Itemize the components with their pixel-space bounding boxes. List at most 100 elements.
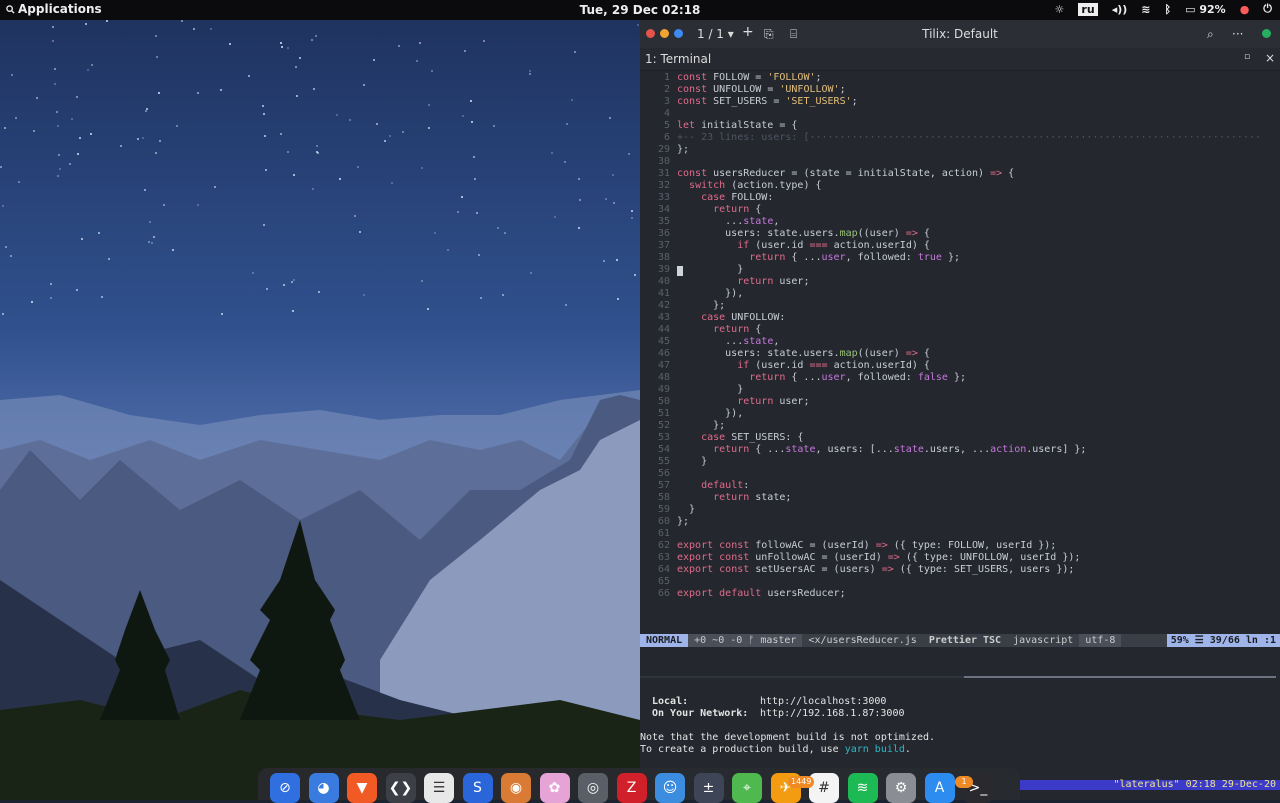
safari-icon[interactable]: ⊘ <box>270 773 300 803</box>
code-line[interactable]: 41 }), <box>640 288 1280 300</box>
notes-icon[interactable]: ☰ <box>424 773 454 803</box>
minimize-button[interactable] <box>660 29 669 38</box>
search-icon[interactable]: ⌕ <box>1207 27 1214 42</box>
battery-status[interactable]: ▭ 92% <box>1185 3 1226 16</box>
session-counter[interactable]: 1 / 1 ▾ <box>697 27 734 41</box>
code-line[interactable]: 49 } <box>640 384 1280 396</box>
code-line[interactable]: 38 return { ...user, followed: true }; <box>640 252 1280 264</box>
code-line[interactable]: 35 ...state, <box>640 216 1280 228</box>
note-line-2-prefix: To create a production build, use <box>640 744 845 755</box>
star <box>2 205 4 207</box>
code-line[interactable]: 44 return { <box>640 324 1280 336</box>
power-icon[interactable]: ⏻ <box>1263 2 1272 16</box>
photos-icon[interactable]: ✿ <box>539 773 570 803</box>
keyboard-layout[interactable]: ru <box>1078 2 1098 16</box>
code-line[interactable]: 66 export default usersReducer; <box>640 588 1280 600</box>
code-line[interactable]: 48 return { ...user, followed: false }; <box>640 372 1280 384</box>
settings-icon[interactable]: ⚙ <box>886 773 916 803</box>
code-line[interactable]: 43 case UNFOLLOW: <box>640 312 1280 324</box>
split-down-icon[interactable]: ⌸ <box>790 27 797 42</box>
code-line[interactable]: 57 default: <box>640 480 1280 492</box>
star <box>197 204 199 206</box>
spotify-icon[interactable]: ≋ <box>847 773 878 803</box>
appstore-icon[interactable]: A <box>924 773 955 803</box>
code-line[interactable]: 59 } <box>640 504 1280 516</box>
wifi-icon[interactable]: ≋ <box>1141 3 1150 16</box>
line-number: 53 <box>657 432 670 443</box>
code-line[interactable]: 40 return user; <box>640 276 1280 288</box>
simplenote-icon[interactable]: S <box>462 773 493 803</box>
top-bar: Applications Tue, 29 Dec 02:18 ☼ ru ◂)) … <box>0 0 1280 20</box>
line-number: 60 <box>657 516 670 527</box>
gimp-icon[interactable]: ◉ <box>501 773 531 803</box>
code-line[interactable]: 55 } <box>640 456 1280 468</box>
code-text: export const unFollowAC = (userId) => ({… <box>677 552 1081 563</box>
star <box>421 167 423 169</box>
star <box>293 279 295 281</box>
code-text: users: state.users.map((user) => { <box>677 348 930 359</box>
code-line[interactable]: 42 }; <box>640 300 1280 312</box>
applications-menu[interactable]: Applications <box>6 2 102 16</box>
code-line[interactable]: 36 users: state.users.map((user) => { <box>640 228 1280 240</box>
brave-icon[interactable]: ▼ <box>347 773 377 803</box>
code-line[interactable]: 54 return { ...state, users: [...state.u… <box>640 444 1280 456</box>
code-line[interactable]: 65 <box>640 576 1280 588</box>
code-line[interactable]: 56 <box>640 468 1280 480</box>
window-titlebar[interactable]: 1 / 1 ▾ + ⎘ ⌸ Tilix: Default ⌕ ··· <box>640 20 1280 48</box>
code-line[interactable]: 61 <box>640 528 1280 540</box>
star <box>98 232 100 234</box>
slack-icon[interactable]: # <box>809 773 839 803</box>
code-line[interactable]: 2 const UNFOLLOW = 'UNFOLLOW'; <box>640 84 1280 96</box>
code-line[interactable]: 32 switch (action.type) { <box>640 180 1280 192</box>
firefox-icon[interactable]: ◕ <box>308 773 339 803</box>
terminal-tab-title[interactable]: 1: Terminal <box>645 52 711 66</box>
notification-icon[interactable]: ● <box>1240 3 1250 16</box>
code-line[interactable]: 5 let initialState = { <box>640 120 1280 132</box>
volume-icon[interactable]: ◂)) <box>1112 3 1128 16</box>
code-line[interactable]: 30 <box>640 156 1280 168</box>
add-session-button[interactable]: + <box>742 24 754 40</box>
close-button[interactable] <box>646 29 655 38</box>
code-line[interactable]: 47 if (user.id === action.userId) { <box>640 360 1280 372</box>
screenshot-icon[interactable]: ◎ <box>578 773 608 803</box>
code-line[interactable]: 37 if (user.id === action.userId) { <box>640 240 1280 252</box>
code-line[interactable]: 51 }), <box>640 408 1280 420</box>
brightness-icon[interactable]: ☼ <box>1055 3 1065 16</box>
code-line[interactable]: 46 users: state.users.map((user) => { <box>640 348 1280 360</box>
close-pane-icon[interactable]: × <box>1265 51 1275 65</box>
code-line[interactable]: 45 ...state, <box>640 336 1280 348</box>
star <box>144 189 146 191</box>
code-line[interactable]: 63 export const unFollowAC = (userId) => … <box>640 552 1280 564</box>
code-line[interactable]: 29}; <box>640 144 1280 156</box>
code-line[interactable]: 39 } <box>640 264 1280 276</box>
code-line[interactable]: 58 return state; <box>640 492 1280 504</box>
star <box>280 42 282 44</box>
code-line[interactable]: 31 const usersReducer = (state = initialS… <box>640 168 1280 180</box>
code-line[interactable]: 64 export const setUsersAC = (users) => (… <box>640 564 1280 576</box>
calculator-icon[interactable]: ± <box>693 773 724 803</box>
code-line[interactable]: 62 export const followAC = (userId) => ({… <box>640 540 1280 552</box>
filezilla-icon[interactable]: Z <box>616 773 647 803</box>
code-line[interactable]: 60}; <box>640 516 1280 528</box>
code-line[interactable]: 1 const FOLLOW = 'FOLLOW'; <box>640 72 1280 84</box>
pane-divider-active[interactable] <box>964 676 1276 678</box>
code-editor[interactable]: 1 const FOLLOW = 'FOLLOW'; 2 const UNFOLLOW… <box>640 70 1280 636</box>
code-line[interactable]: 3 const SET_USERS = 'SET_USERS'; <box>640 96 1280 108</box>
vscode-icon[interactable]: ❮❯ <box>385 773 416 803</box>
code-line[interactable]: 4 <box>640 108 1280 120</box>
split-right-icon[interactable]: ⎘ <box>764 27 774 42</box>
maps-icon[interactable]: ⌖ <box>732 773 762 803</box>
bluetooth-icon[interactable]: ᛒ <box>1164 3 1171 16</box>
code-line[interactable]: 52 }; <box>640 420 1280 432</box>
finder-icon[interactable]: ☺ <box>655 773 685 803</box>
code-line[interactable]: 6 +-- 23 lines: users: [·················… <box>640 132 1280 144</box>
code-line[interactable]: 53 case SET_USERS: { <box>640 432 1280 444</box>
pane-divider[interactable] <box>640 676 964 678</box>
maximize-pane-icon[interactable]: ▫ <box>1244 52 1250 62</box>
code-line[interactable]: 33 case FOLLOW: <box>640 192 1280 204</box>
maximize-button[interactable] <box>674 29 683 38</box>
code-line[interactable]: 34 return { <box>640 204 1280 216</box>
folded-block[interactable]: +-- 23 lines: users: [··················… <box>677 132 1261 143</box>
code-line[interactable]: 50 return user; <box>640 396 1280 408</box>
menu-icon[interactable]: ··· <box>1232 27 1243 41</box>
